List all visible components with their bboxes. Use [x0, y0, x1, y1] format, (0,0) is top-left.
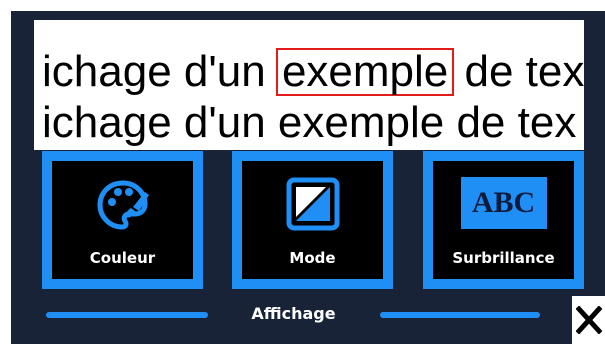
mode-button[interactable]: Mode: [232, 151, 393, 289]
highlighted-word: exemple: [275, 48, 455, 96]
palette-icon: [96, 180, 149, 230]
preview-text-after: de tex: [464, 47, 584, 96]
footer-line-left: [46, 312, 208, 318]
couleur-label: Couleur: [89, 249, 156, 267]
text-preview: ichage d'un exemple de tex ichage d'un e…: [34, 20, 584, 150]
abc-highlight-icon: ABC: [460, 177, 547, 229]
close-button[interactable]: [572, 296, 605, 344]
mode-button-inner: Mode: [240, 159, 385, 281]
preview-line-1: ichage d'un exemple de tex: [42, 48, 584, 96]
surbrillance-button[interactable]: ABC Surbrillance: [423, 151, 584, 289]
preview-text-before: ichage d'un: [42, 47, 266, 96]
couleur-button-inner: Couleur: [50, 159, 195, 281]
close-icon: [575, 306, 602, 334]
mode-label: Mode: [289, 249, 336, 267]
contrast-icon: [286, 177, 339, 231]
preview-line-2: ichage d'un exemple de tex: [42, 98, 577, 147]
footer-line-right: [380, 312, 540, 318]
couleur-button[interactable]: Couleur: [42, 151, 203, 289]
surbrillance-button-inner: ABC Surbrillance: [431, 159, 576, 281]
footer-title: Affichage: [251, 304, 336, 323]
surbrillance-label: Surbrillance: [452, 249, 555, 267]
